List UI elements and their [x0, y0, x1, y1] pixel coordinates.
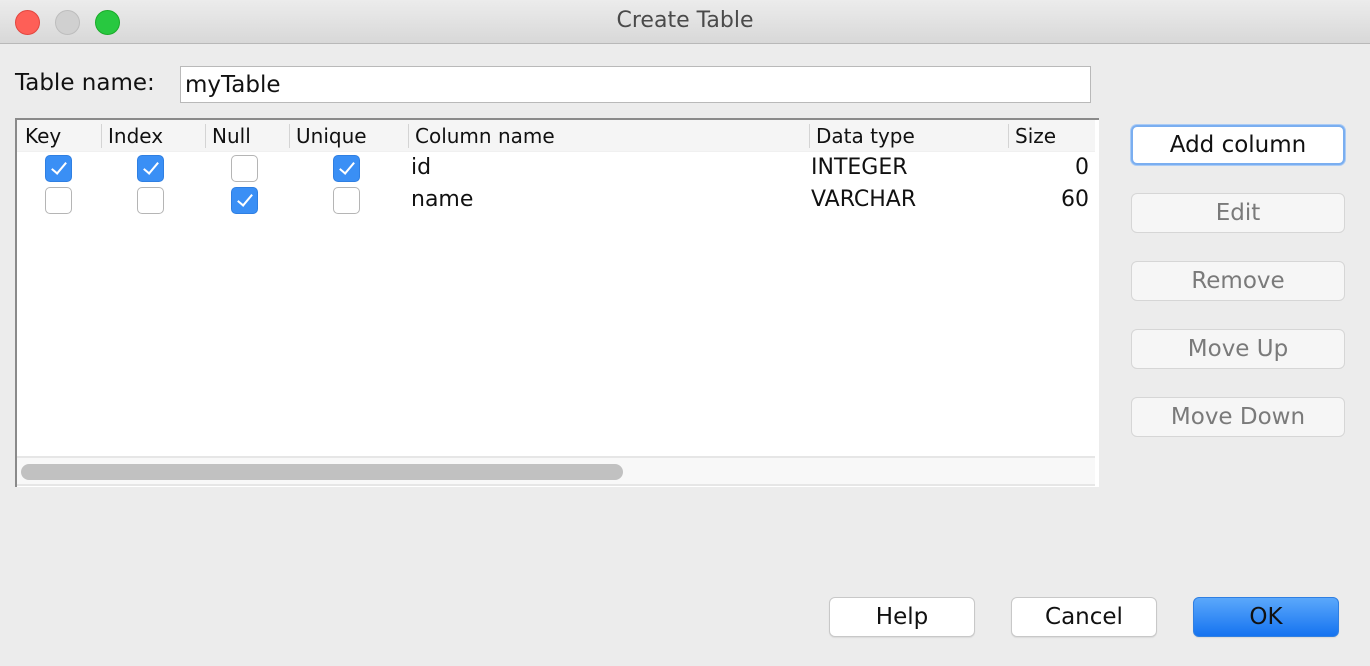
cancel-button[interactable]: Cancel	[1011, 597, 1157, 637]
remove-button[interactable]: Remove	[1131, 261, 1345, 301]
help-button[interactable]: Help	[829, 597, 975, 637]
move-up-button[interactable]: Move Up	[1131, 329, 1345, 369]
header-column-name[interactable]: Column name	[408, 124, 808, 148]
edit-button[interactable]: Edit	[1131, 193, 1345, 233]
move-down-button[interactable]: Move Down	[1131, 397, 1345, 437]
key-checkbox[interactable]	[45, 187, 72, 214]
columns-table: Key Index Null Unique Column name Data t…	[15, 118, 1099, 487]
key-checkbox[interactable]	[45, 155, 72, 182]
header-key[interactable]: Key	[19, 124, 101, 148]
size-cell[interactable]: 0	[1007, 154, 1089, 182]
null-checkbox[interactable]	[231, 155, 258, 182]
header-null[interactable]: Null	[205, 124, 289, 148]
window-title: Create Table	[616, 8, 754, 33]
header-data-type[interactable]: Data type	[809, 124, 1007, 148]
table-name-input[interactable]	[180, 66, 1091, 103]
size-cell[interactable]: 60	[1007, 186, 1089, 214]
unique-checkbox[interactable]	[333, 155, 360, 182]
table-row[interactable]: id INTEGER 0	[17, 152, 1095, 184]
column-name-cell[interactable]: name	[411, 186, 473, 214]
title-bar: Create Table	[0, 0, 1370, 44]
header-unique[interactable]: Unique	[289, 124, 407, 148]
index-checkbox[interactable]	[137, 155, 164, 182]
ok-button[interactable]: OK	[1193, 597, 1339, 637]
header-index[interactable]: Index	[101, 124, 203, 148]
horizontal-scrollbar[interactable]	[17, 456, 1095, 486]
unique-checkbox[interactable]	[333, 187, 360, 214]
add-column-button[interactable]: Add column	[1131, 125, 1345, 165]
null-checkbox[interactable]	[231, 187, 258, 214]
scrollbar-thumb[interactable]	[21, 464, 623, 480]
index-checkbox[interactable]	[137, 187, 164, 214]
data-type-cell[interactable]: INTEGER	[811, 154, 908, 182]
table-row[interactable]: name VARCHAR 60	[17, 184, 1095, 216]
header-size[interactable]: Size	[1008, 124, 1094, 148]
table-name-label: Table name:	[15, 70, 155, 96]
table-header: Key Index Null Unique Column name Data t…	[17, 120, 1095, 152]
data-type-cell[interactable]: VARCHAR	[811, 186, 916, 214]
column-name-cell[interactable]: id	[411, 154, 431, 182]
